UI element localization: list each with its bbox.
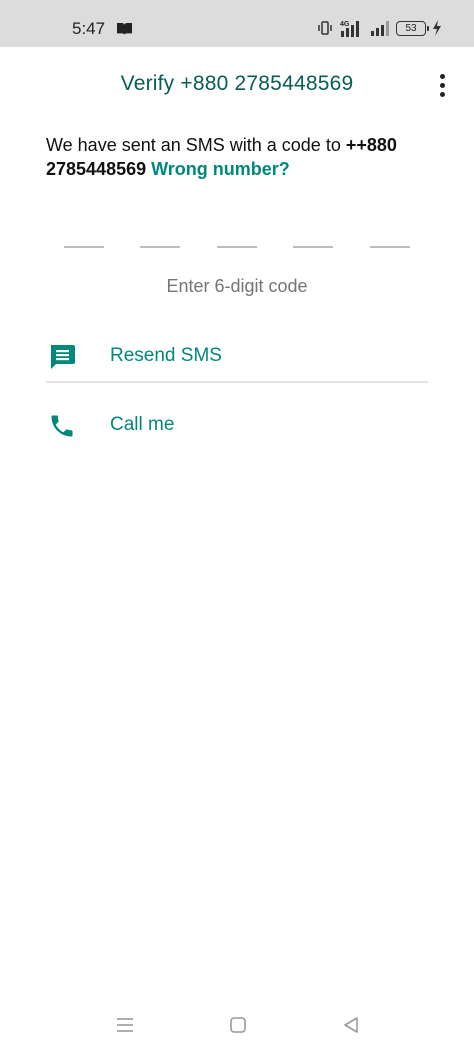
call-me-button[interactable]: Call me — [46, 400, 428, 450]
status-bar: 5:47 4G 53 — [0, 0, 474, 47]
home-icon[interactable] — [224, 1011, 252, 1039]
menu-icon[interactable] — [111, 1011, 139, 1039]
vibrate-icon — [318, 21, 332, 35]
code-slot[interactable] — [370, 246, 410, 248]
4g-signal-icon: 4G — [340, 21, 359, 37]
charging-bolt-icon — [433, 20, 441, 36]
code-input[interactable] — [64, 246, 410, 248]
back-icon[interactable] — [337, 1011, 365, 1039]
code-slot[interactable] — [64, 246, 104, 248]
system-nav-bar — [0, 997, 474, 1053]
message-icon — [51, 345, 75, 369]
code-slot[interactable] — [140, 246, 180, 248]
battery-icon: 53 — [396, 20, 429, 36]
code-slot[interactable] — [217, 246, 257, 248]
battery-level: 53 — [405, 22, 417, 34]
book-icon — [117, 23, 132, 35]
wrong-number-link[interactable]: Wrong number? — [151, 159, 290, 179]
code-hint: Enter 6-digit code — [166, 276, 308, 296]
sms-sent-message: We have sent an SMS with a code to ++880… — [46, 133, 436, 181]
status-icons: 4G 53 — [318, 18, 442, 38]
call-me-label: Call me — [110, 414, 175, 435]
divider — [46, 381, 428, 383]
message-text: We have sent an SMS with a code to — [46, 135, 346, 155]
status-time: 5:47 — [72, 19, 106, 38]
more-vertical-icon — [439, 73, 445, 79]
code-slot[interactable] — [293, 246, 333, 248]
network-label: 4G — [340, 21, 350, 28]
phone-icon — [51, 415, 73, 437]
resend-sms-label: Resend SMS — [110, 345, 222, 366]
signal-bars-icon — [371, 21, 389, 36]
resend-sms-button[interactable]: Resend SMS — [46, 331, 428, 381]
more-options-button[interactable] — [428, 70, 456, 100]
page-title: Verify +880 2785448569 — [120, 72, 354, 95]
